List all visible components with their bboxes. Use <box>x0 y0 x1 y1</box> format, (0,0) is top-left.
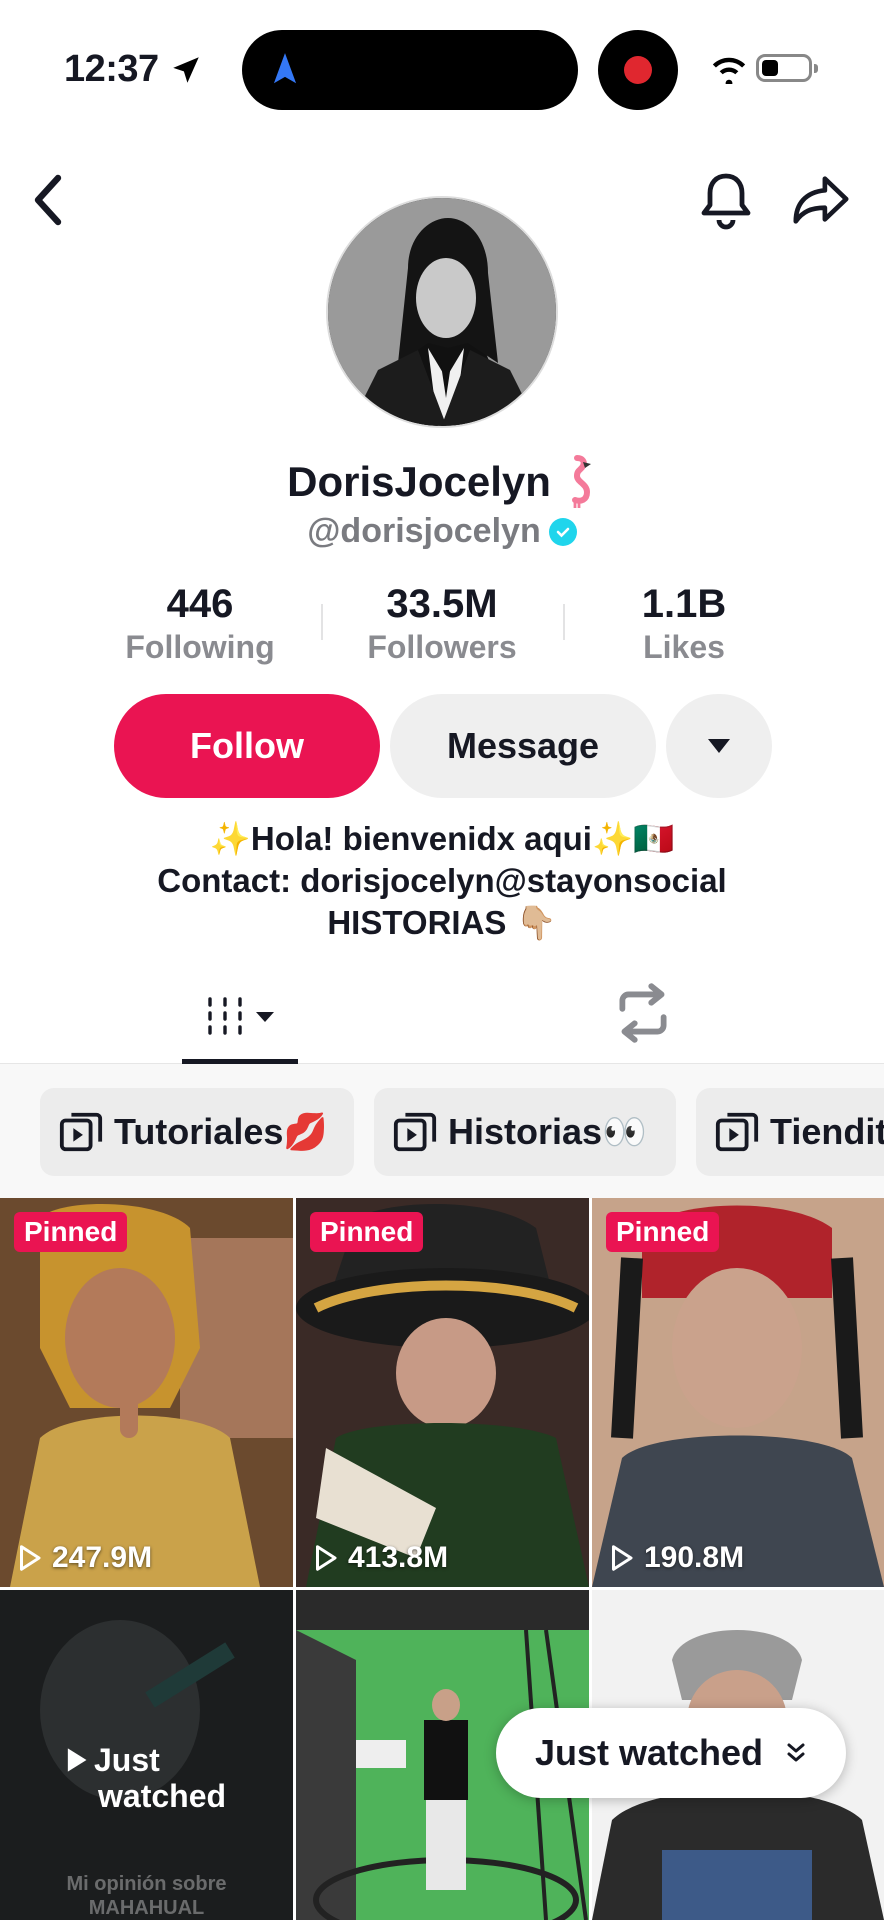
recording-indicator[interactable] <box>598 30 678 110</box>
follow-button[interactable]: Follow <box>114 694 380 798</box>
playlist-chip[interactable]: Historias👀 <box>374 1088 676 1176</box>
name-row: DorisJocelyn <box>0 454 884 510</box>
view-count: 190.8M <box>606 1541 744 1575</box>
bio-line[interactable]: Contact: dorisjocelyn@stayonsocial <box>0 860 884 902</box>
playlist-icon <box>393 1112 437 1152</box>
video-thumbnail[interactable]: Pinned 190.8M <box>592 1198 884 1587</box>
thumbnail-image <box>592 1198 884 1587</box>
caption-line: MAHAHUAL <box>88 1897 205 1919</box>
avatar[interactable] <box>326 196 558 428</box>
overlay-text: Just <box>94 1742 160 1778</box>
playlists-row: Tutoriales💋 Historias👀 Tiendit <box>0 1064 884 1198</box>
status-bar: 12:37 <box>0 0 884 140</box>
sort-caret-icon <box>256 1012 274 1022</box>
pinned-badge: Pinned <box>14 1212 128 1252</box>
play-outline-icon <box>612 1545 633 1571</box>
wifi-icon <box>712 57 746 84</box>
stat-following[interactable]: 446 Following <box>100 582 300 666</box>
navigation-icon <box>273 53 297 84</box>
caption-line: Mi opinión sobre <box>66 1873 227 1895</box>
suggested-accounts-button[interactable] <box>666 694 772 798</box>
stat-label: Followers <box>367 629 517 665</box>
playlist-icon <box>715 1112 759 1152</box>
message-button[interactable]: Message <box>390 694 656 798</box>
dynamic-island[interactable] <box>242 30 578 110</box>
back-button[interactable] <box>28 172 68 228</box>
view-count-text: 413.8M <box>348 1541 449 1574</box>
video-thumbnail[interactable]: Pinned 413.8M <box>296 1198 589 1587</box>
caret-down-icon <box>708 739 730 753</box>
thumbnail-image <box>0 1198 293 1587</box>
stat-value: 1.1B <box>641 582 727 626</box>
tab-videos[interactable] <box>182 970 298 1064</box>
avatar-photo <box>328 198 556 426</box>
play-outline-icon <box>316 1545 337 1571</box>
status-time: 12:37 <box>64 48 203 91</box>
videos-grid-icon <box>208 997 242 1035</box>
location-arrow-icon <box>172 56 199 83</box>
video-thumbnail[interactable]: Pinned 247.9M <box>0 1198 293 1587</box>
video-caption: Mi opinión sobre MAHAHUAL <box>0 1872 293 1920</box>
battery-icon <box>756 54 818 82</box>
play-icon <box>67 1748 87 1772</box>
display-name: DorisJocelyn <box>287 458 551 505</box>
view-count: 247.9M <box>14 1541 152 1575</box>
bell-icon[interactable] <box>698 170 754 230</box>
stat-divider <box>563 604 565 640</box>
handle-row: @dorisjocelyn <box>0 512 884 551</box>
share-icon[interactable] <box>790 172 852 228</box>
repost-icon[interactable] <box>610 980 676 1046</box>
playlist-icon <box>59 1112 103 1152</box>
video-thumbnail[interactable]: Just watched Mi opinión sobre MAHAHUAL <box>0 1590 293 1920</box>
play-outline-icon <box>20 1545 41 1571</box>
bio-line: HISTORIAS 👇🏼 <box>327 904 557 941</box>
view-count-text: 190.8M <box>644 1541 745 1574</box>
playlist-label: Historias👀 <box>448 1111 647 1152</box>
profile-tabs <box>0 970 884 1064</box>
flamingo-emoji-icon <box>571 455 591 508</box>
stat-likes[interactable]: 1.1B Likes <box>584 582 784 666</box>
profile-stats: 446 Following 33.5M Followers 1.1B Likes <box>0 582 884 672</box>
pinned-badge: Pinned <box>606 1212 720 1252</box>
playlist-chip[interactable]: Tiendit <box>696 1088 884 1176</box>
just-watched-overlay: Just watched <box>62 1742 226 1814</box>
verified-badge-icon <box>548 517 577 546</box>
clock-text: 12:37 <box>64 48 159 90</box>
bio-line: ✨Hola! bienvenidx aqui✨🇲🇽 <box>209 820 675 857</box>
just-watched-button[interactable]: Just watched <box>496 1708 846 1798</box>
playlist-chip[interactable]: Tutoriales💋 <box>40 1088 354 1176</box>
record-dot-icon <box>624 56 652 84</box>
pinned-badge: Pinned <box>310 1212 424 1252</box>
view-count: 413.8M <box>310 1541 448 1575</box>
thumbnail-image <box>296 1198 589 1587</box>
playlist-label: Tutoriales💋 <box>114 1111 329 1152</box>
video-grid: Pinned 247.9M Pinned 413.8M Pinned 190.8… <box>0 1198 884 1920</box>
playlist-label: Tiendit <box>770 1111 884 1152</box>
stat-value: 33.5M <box>386 582 498 626</box>
stat-followers[interactable]: 33.5M Followers <box>342 582 542 666</box>
view-count-text: 247.9M <box>52 1541 153 1574</box>
stat-label: Following <box>125 629 275 665</box>
stat-label: Likes <box>643 629 725 665</box>
double-chevron-down-icon <box>787 1743 805 1762</box>
bio: ✨Hola! bienvenidx aqui✨🇲🇽 Contact: doris… <box>0 818 884 944</box>
stat-divider <box>321 604 323 640</box>
stat-value: 446 <box>166 582 234 626</box>
just-watched-label: Just watched <box>534 1732 764 1773</box>
overlay-text: watched <box>98 1778 227 1814</box>
username-handle: @dorisjocelyn <box>307 512 541 550</box>
